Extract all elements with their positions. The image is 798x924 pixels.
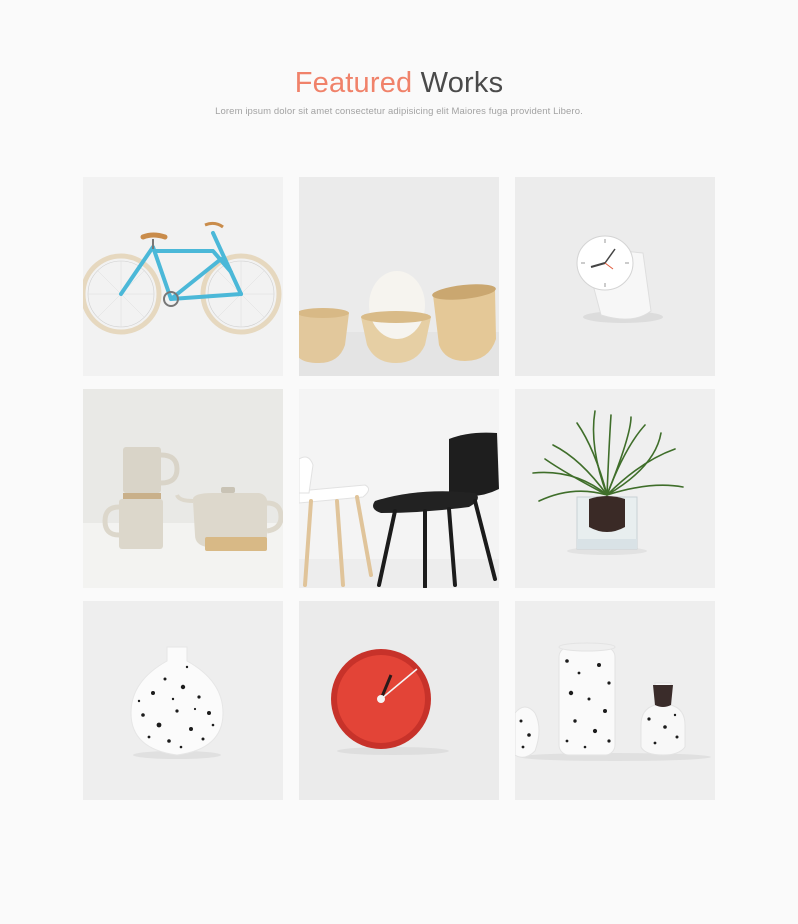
speckled-vessels-icon — [515, 601, 715, 800]
work-item-red-clock[interactable] — [299, 601, 499, 800]
work-item-wooden-cups[interactable] — [299, 177, 499, 376]
works-grid — [83, 177, 715, 800]
title-rest: Works — [420, 67, 504, 99]
work-item-potted-plant[interactable] — [515, 389, 715, 588]
ceramic-set-icon — [83, 389, 283, 588]
work-item-speckled-vessels[interactable] — [515, 601, 715, 800]
work-item-desk-clock[interactable] — [515, 177, 715, 376]
title-accent: Featured — [294, 67, 413, 99]
page-title: Featured Works — [0, 64, 798, 102]
work-item-ceramic-set[interactable] — [83, 389, 283, 588]
chairs-icon — [299, 389, 499, 588]
speckled-vase-icon — [83, 601, 283, 800]
potted-plant-icon — [515, 389, 715, 588]
bicycle-icon — [83, 177, 283, 376]
red-clock-icon — [299, 601, 499, 800]
page-subtitle: Lorem ipsum dolor sit amet consectetur a… — [215, 106, 583, 117]
work-item-bicycle[interactable] — [83, 177, 283, 376]
desk-clock-icon — [515, 177, 715, 376]
work-item-speckled-vase[interactable] — [83, 601, 283, 800]
section-header: Featured Works Lorem ipsum dolor sit ame… — [0, 64, 798, 117]
wooden-cups-icon — [299, 177, 499, 376]
work-item-chairs[interactable] — [299, 389, 499, 588]
